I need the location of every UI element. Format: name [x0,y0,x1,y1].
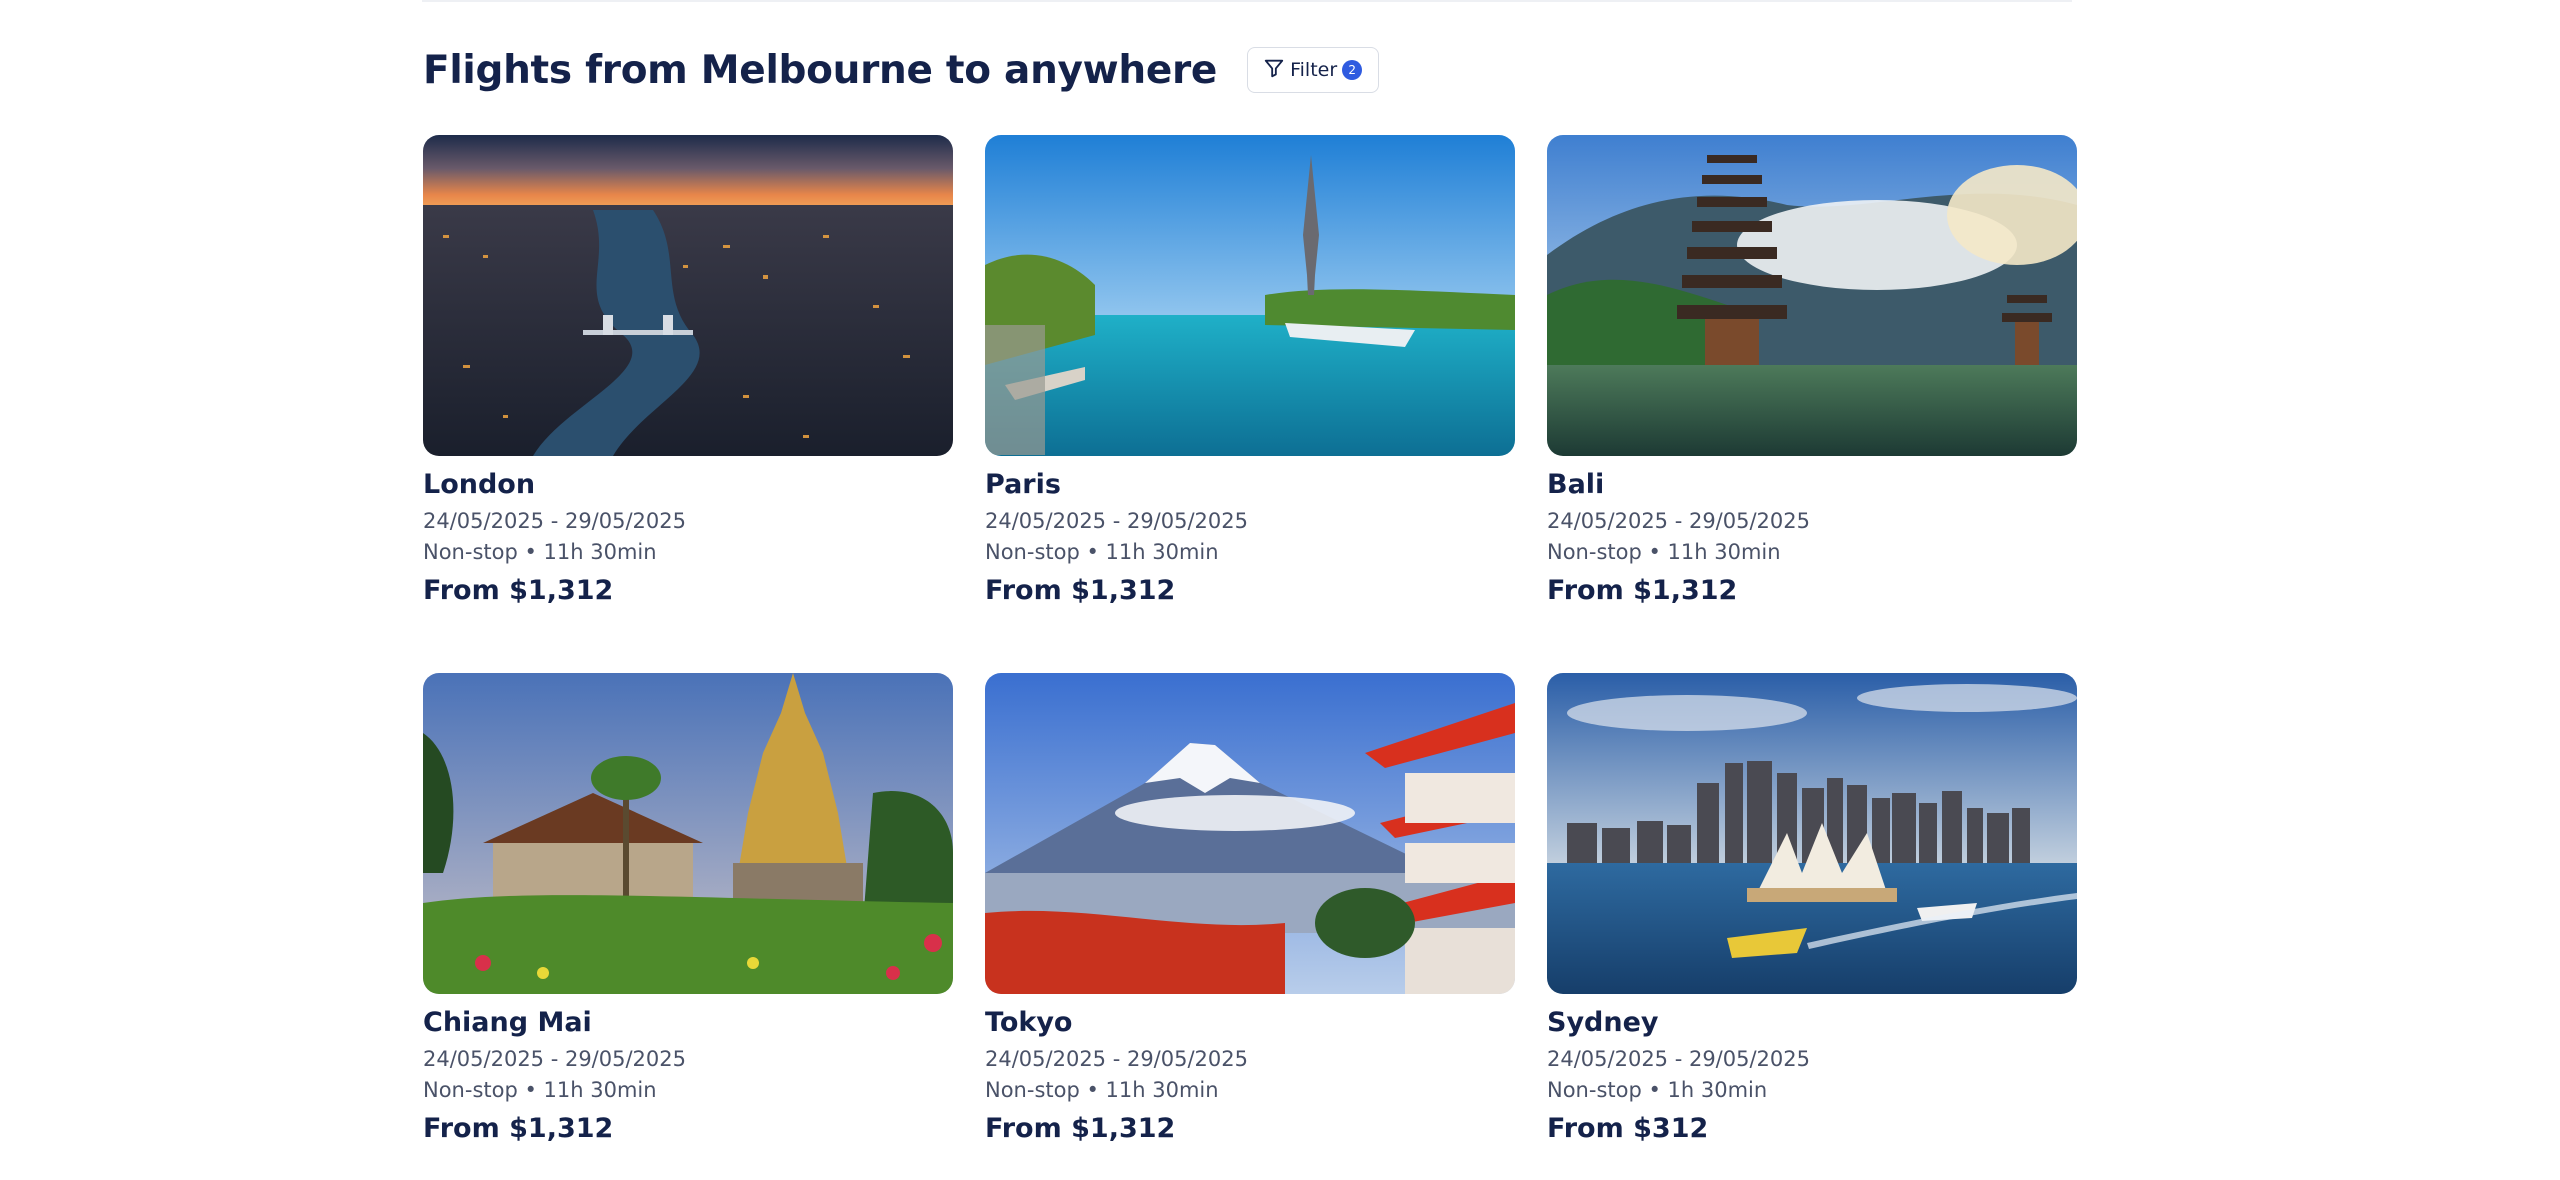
destination-price: From $1,312 [985,575,1176,606]
destination-card-tokyo[interactable]: Tokyo 24/05/2025 - 29/05/2025 Non-stop •… [985,673,1515,1167]
destination-flight-info: Non-stop • 11h 30min [423,540,657,564]
destination-image-london[interactable] [423,135,953,456]
destination-city: Paris [985,469,1061,500]
destination-city: Bali [1547,469,1605,500]
destination-flight-info: Non-stop • 1h 30min [1547,1078,1768,1102]
destination-dates: 24/05/2025 - 29/05/2025 [985,509,1249,533]
destination-image-paris[interactable] [985,135,1515,456]
destination-city: Sydney [1547,1007,1659,1038]
destination-city: Chiang Mai [423,1007,592,1038]
destination-price: From $1,312 [1547,575,1738,606]
destination-image-chiang-mai[interactable] [423,673,953,994]
destination-city: Tokyo [985,1007,1073,1038]
top-divider [422,0,2072,2]
destination-flight-info: Non-stop • 11h 30min [423,1078,657,1102]
destination-dates: 24/05/2025 - 29/05/2025 [1547,1047,1811,1071]
filter-label: Filter [1290,59,1338,81]
destination-card-paris[interactable]: Paris 24/05/2025 - 29/05/2025 Non-stop •… [985,135,1515,629]
destination-dates: 24/05/2025 - 29/05/2025 [1547,509,1811,533]
destination-city: London [423,469,536,500]
destination-flight-info: Non-stop • 11h 30min [985,1078,1219,1102]
destination-flight-info: Non-stop • 11h 30min [1547,540,1781,564]
destination-image-tokyo[interactable] [985,673,1515,994]
destination-dates: 24/05/2025 - 29/05/2025 [985,1047,1249,1071]
destination-card-bali[interactable]: Bali 24/05/2025 - 29/05/2025 Non-stop • … [1547,135,2077,629]
destination-price: From $1,312 [985,1113,1176,1144]
destination-price: From $1,312 [423,575,614,606]
destination-flight-info: Non-stop • 11h 30min [985,540,1219,564]
filter-button[interactable]: Filter 2 [1247,47,1380,93]
destination-card-sydney[interactable]: Sydney 24/05/2025 - 29/05/2025 Non-stop … [1547,673,2077,1167]
filter-count-badge: 2 [1342,60,1363,80]
destination-card-london[interactable]: London 24/05/2025 - 29/05/2025 Non-stop … [423,135,953,629]
destination-image-sydney[interactable] [1547,673,2077,994]
destination-card-chiang-mai[interactable]: Chiang Mai 24/05/2025 - 29/05/2025 Non-s… [423,673,953,1167]
destination-dates: 24/05/2025 - 29/05/2025 [423,1047,687,1071]
destination-image-bali[interactable] [1547,135,2077,456]
section-header: Flights from Melbourne to anywhere Filte… [423,46,1380,94]
filter-icon [1263,57,1285,83]
destination-price: From $1,312 [423,1113,614,1144]
destination-dates: 24/05/2025 - 29/05/2025 [423,509,687,533]
page-title: Flights from Melbourne to anywhere [423,47,1218,93]
destination-grid: London 24/05/2025 - 29/05/2025 Non-stop … [423,135,2077,1167]
destination-price: From $312 [1547,1113,1709,1144]
